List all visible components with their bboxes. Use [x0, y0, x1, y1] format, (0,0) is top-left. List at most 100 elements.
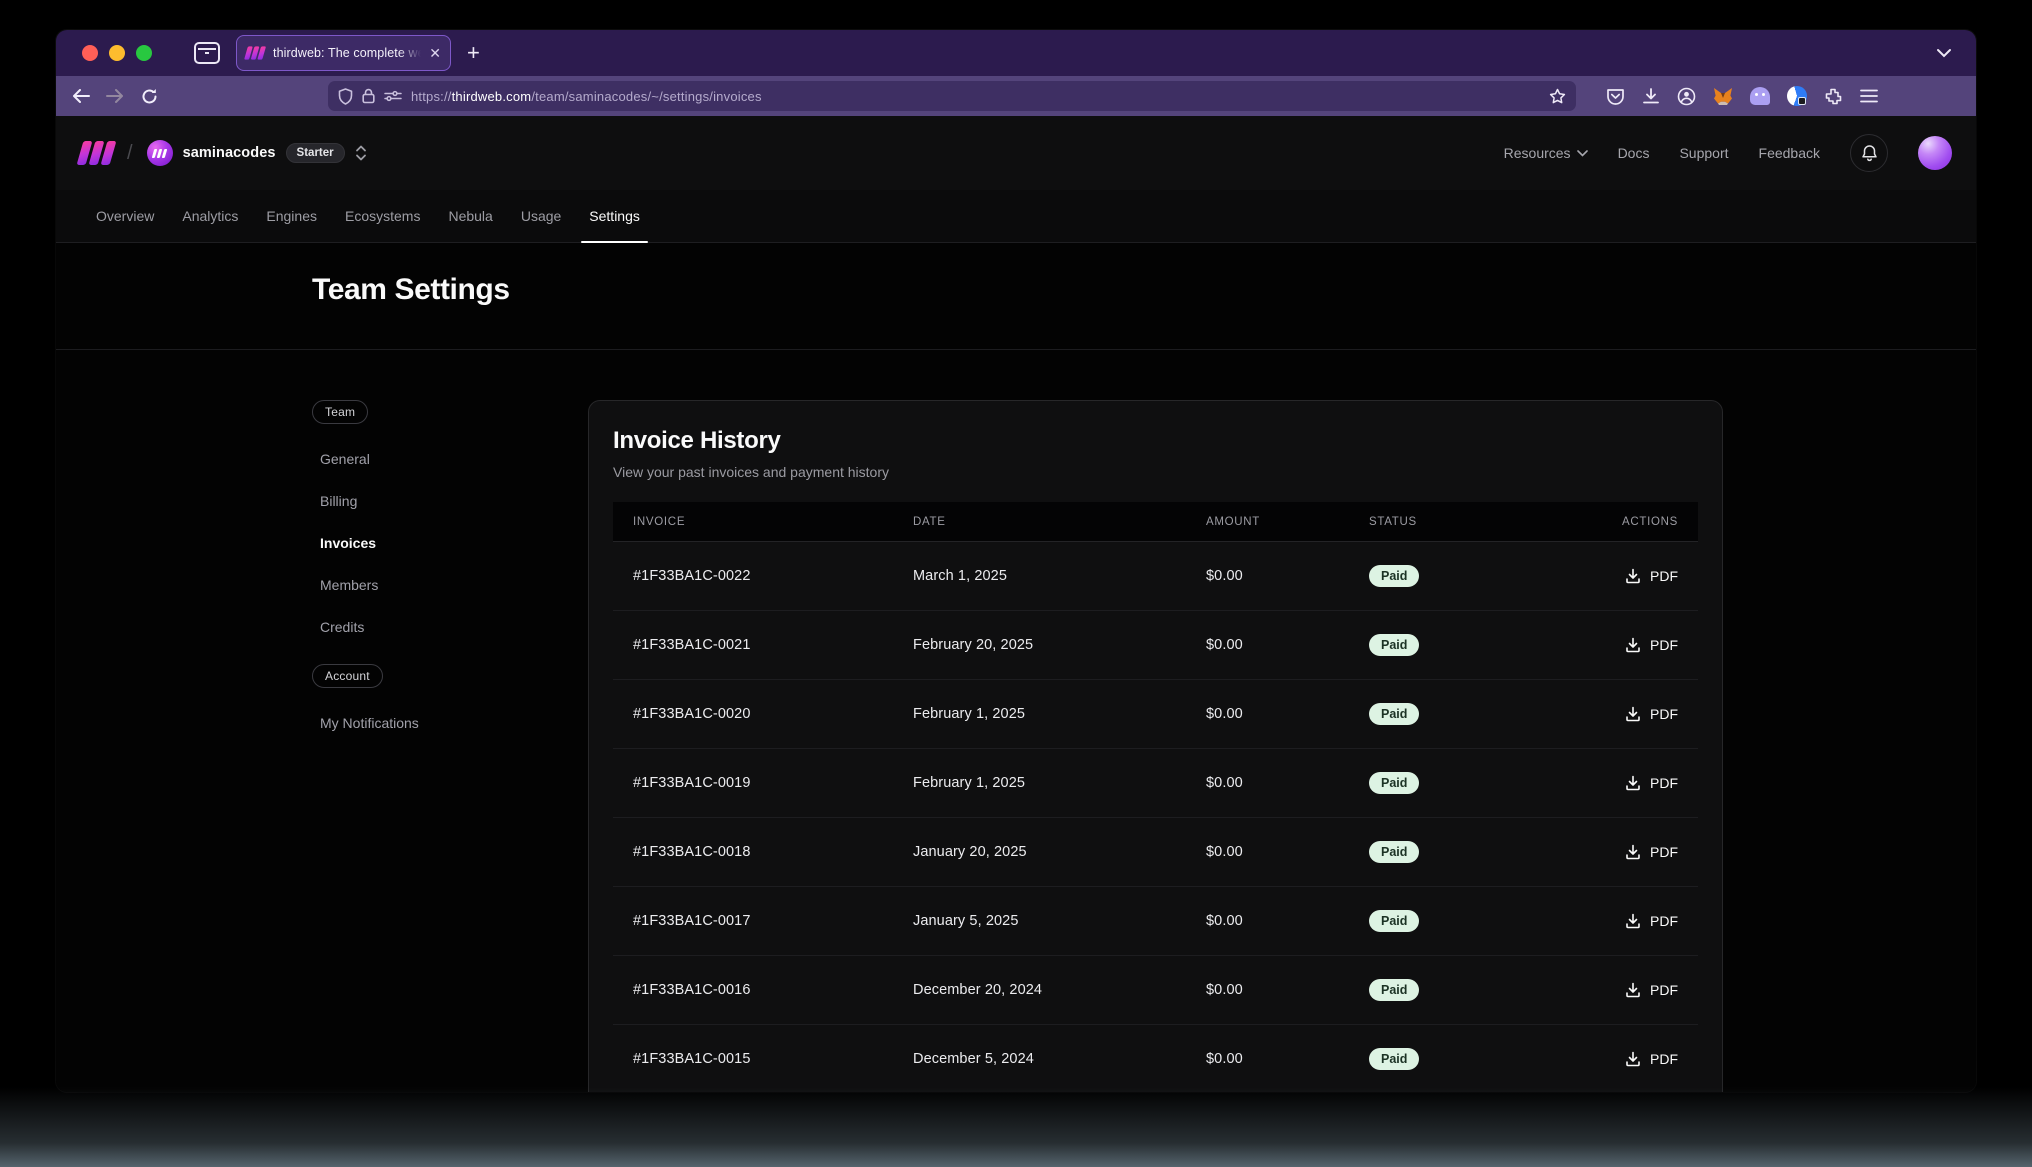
- thirdweb-logo-icon[interactable]: [80, 141, 113, 165]
- nav-tab[interactable]: Usage: [507, 190, 575, 242]
- browser-tab[interactable]: thirdweb: The complete web3 d ✕: [236, 35, 451, 71]
- invoice-date: December 20, 2024: [913, 982, 1206, 998]
- list-all-tabs-chevron-icon[interactable]: [1936, 48, 1952, 58]
- metamask-icon[interactable]: [1713, 87, 1733, 106]
- download-pdf-button[interactable]: PDF: [1625, 982, 1678, 998]
- header-link[interactable]: Resources: [1504, 145, 1588, 161]
- download-pdf-button[interactable]: PDF: [1625, 706, 1678, 722]
- downloads-icon[interactable]: [1642, 87, 1660, 105]
- table-row: #1F33BA1C-0016 December 20, 2024 $0.00 P…: [613, 956, 1698, 1025]
- chevron-down-icon: [1577, 150, 1588, 157]
- team-name[interactable]: saminacodes: [183, 145, 276, 161]
- permissions-icon[interactable]: [384, 90, 402, 102]
- card-title: Invoice History: [613, 427, 1698, 455]
- table-header-row: INVOICE DATE AMOUNT STATUS ACTIONS: [613, 502, 1698, 542]
- url-bar[interactable]: https://thirdweb.com/team/saminacodes/~/…: [328, 81, 1576, 111]
- zoom-window-button[interactable]: [136, 45, 152, 61]
- header-link[interactable]: Support: [1679, 145, 1728, 161]
- settings-sidebar: Team General Billing Invoices Members Cr…: [312, 350, 588, 1092]
- primary-nav: Overview Analytics Engines Ecosystems Ne…: [56, 190, 1976, 243]
- lock-icon[interactable]: [362, 88, 375, 104]
- extensions-puzzle-icon[interactable]: [1824, 87, 1843, 106]
- browser-tab-bar: thirdweb: The complete web3 d ✕ +: [56, 30, 1976, 76]
- bookmark-star-icon[interactable]: [1549, 88, 1566, 105]
- invoice-date: March 1, 2025: [913, 568, 1206, 584]
- tab-close-icon[interactable]: ✕: [429, 45, 441, 62]
- download-pdf-button[interactable]: PDF: [1625, 637, 1678, 653]
- header-link[interactable]: Feedback: [1759, 145, 1820, 161]
- table-row: #1F33BA1C-0019 February 1, 2025 $0.00 Pa…: [613, 749, 1698, 818]
- download-icon: [1625, 568, 1641, 584]
- col-status: STATUS: [1369, 516, 1620, 528]
- invoice-date: January 5, 2025: [913, 913, 1206, 929]
- invoice-number: #1F33BA1C-0021: [633, 637, 913, 653]
- download-pdf-button[interactable]: PDF: [1625, 913, 1678, 929]
- invoice-number: #1F33BA1C-0020: [633, 706, 913, 722]
- wallet-guard-icon[interactable]: [1787, 86, 1807, 106]
- col-amount: AMOUNT: [1206, 516, 1369, 528]
- col-actions: ACTIONS: [1620, 516, 1678, 528]
- download-pdf-button[interactable]: PDF: [1625, 844, 1678, 860]
- plan-badge: Starter: [286, 143, 345, 163]
- team-switcher-chevrons-icon[interactable]: [355, 144, 367, 162]
- notifications-button[interactable]: [1850, 134, 1888, 172]
- download-pdf-button[interactable]: PDF: [1625, 775, 1678, 791]
- nav-tab[interactable]: Nebula: [434, 190, 506, 242]
- account-icon[interactable]: [1677, 87, 1696, 106]
- download-icon: [1625, 844, 1641, 860]
- invoice-amount: $0.00: [1206, 844, 1369, 860]
- window-controls: [82, 45, 152, 61]
- minimize-window-button[interactable]: [109, 45, 125, 61]
- user-avatar[interactable]: [1918, 136, 1952, 170]
- table-row: #1F33BA1C-0015 December 5, 2024 $0.00 Pa…: [613, 1025, 1698, 1092]
- menu-icon[interactable]: [1860, 89, 1878, 103]
- invoice-number: #1F33BA1C-0016: [633, 982, 913, 998]
- nav-tab[interactable]: Analytics: [168, 190, 252, 242]
- download-pdf-button[interactable]: PDF: [1625, 568, 1678, 584]
- status-badge: Paid: [1369, 979, 1419, 1001]
- sidebar-item[interactable]: Billing: [312, 480, 588, 522]
- download-pdf-button[interactable]: PDF: [1625, 1051, 1678, 1067]
- firefox-view-icon[interactable]: [194, 42, 220, 64]
- invoice-number: #1F33BA1C-0019: [633, 775, 913, 791]
- download-icon: [1625, 775, 1641, 791]
- bell-icon: [1861, 144, 1878, 162]
- url-text[interactable]: https://thirdweb.com/team/saminacodes/~/…: [411, 89, 1540, 104]
- phantom-icon[interactable]: [1750, 87, 1770, 105]
- download-icon: [1625, 913, 1641, 929]
- reload-button[interactable]: [134, 82, 164, 110]
- invoice-amount: $0.00: [1206, 913, 1369, 929]
- sidebar-item[interactable]: Credits: [312, 606, 588, 648]
- back-button[interactable]: [66, 82, 96, 110]
- nav-tab[interactable]: Overview: [82, 190, 168, 242]
- tab-title: thirdweb: The complete web3 d: [273, 46, 421, 60]
- status-badge: Paid: [1369, 1048, 1419, 1070]
- team-avatar[interactable]: [147, 140, 173, 166]
- invoice-amount: $0.00: [1206, 1051, 1369, 1067]
- sidebar-account-list: My Notifications: [312, 702, 588, 744]
- new-tab-button[interactable]: +: [467, 40, 480, 66]
- nav-tab[interactable]: Engines: [252, 190, 331, 242]
- browser-window: thirdweb: The complete web3 d ✕ + https:…: [56, 30, 1976, 1092]
- status-badge: Paid: [1369, 634, 1419, 656]
- sidebar-item[interactable]: Invoices: [312, 522, 588, 564]
- sidebar-item[interactable]: My Notifications: [312, 702, 588, 744]
- invoice-amount: $0.00: [1206, 568, 1369, 584]
- tracking-protection-shield-icon[interactable]: [338, 88, 353, 105]
- sidebar-group-team-badge: Team: [312, 400, 368, 424]
- status-badge: Paid: [1369, 910, 1419, 932]
- col-invoice: INVOICE: [633, 516, 913, 528]
- close-window-button[interactable]: [82, 45, 98, 61]
- col-date: DATE: [913, 516, 1206, 528]
- page-content: / saminacodes Starter Resources Docs Sup…: [56, 116, 1976, 1092]
- invoice-amount: $0.00: [1206, 706, 1369, 722]
- sidebar-item[interactable]: General: [312, 438, 588, 480]
- nav-tab[interactable]: Ecosystems: [331, 190, 434, 242]
- table-row: #1F33BA1C-0017 January 5, 2025 $0.00 Pai…: [613, 887, 1698, 956]
- header-link[interactable]: Docs: [1618, 145, 1650, 161]
- table-row: #1F33BA1C-0018 January 20, 2025 $0.00 Pa…: [613, 818, 1698, 887]
- pocket-icon[interactable]: [1606, 87, 1625, 106]
- sidebar-item[interactable]: Members: [312, 564, 588, 606]
- forward-button[interactable]: [100, 82, 130, 110]
- nav-tab[interactable]: Settings: [575, 190, 654, 242]
